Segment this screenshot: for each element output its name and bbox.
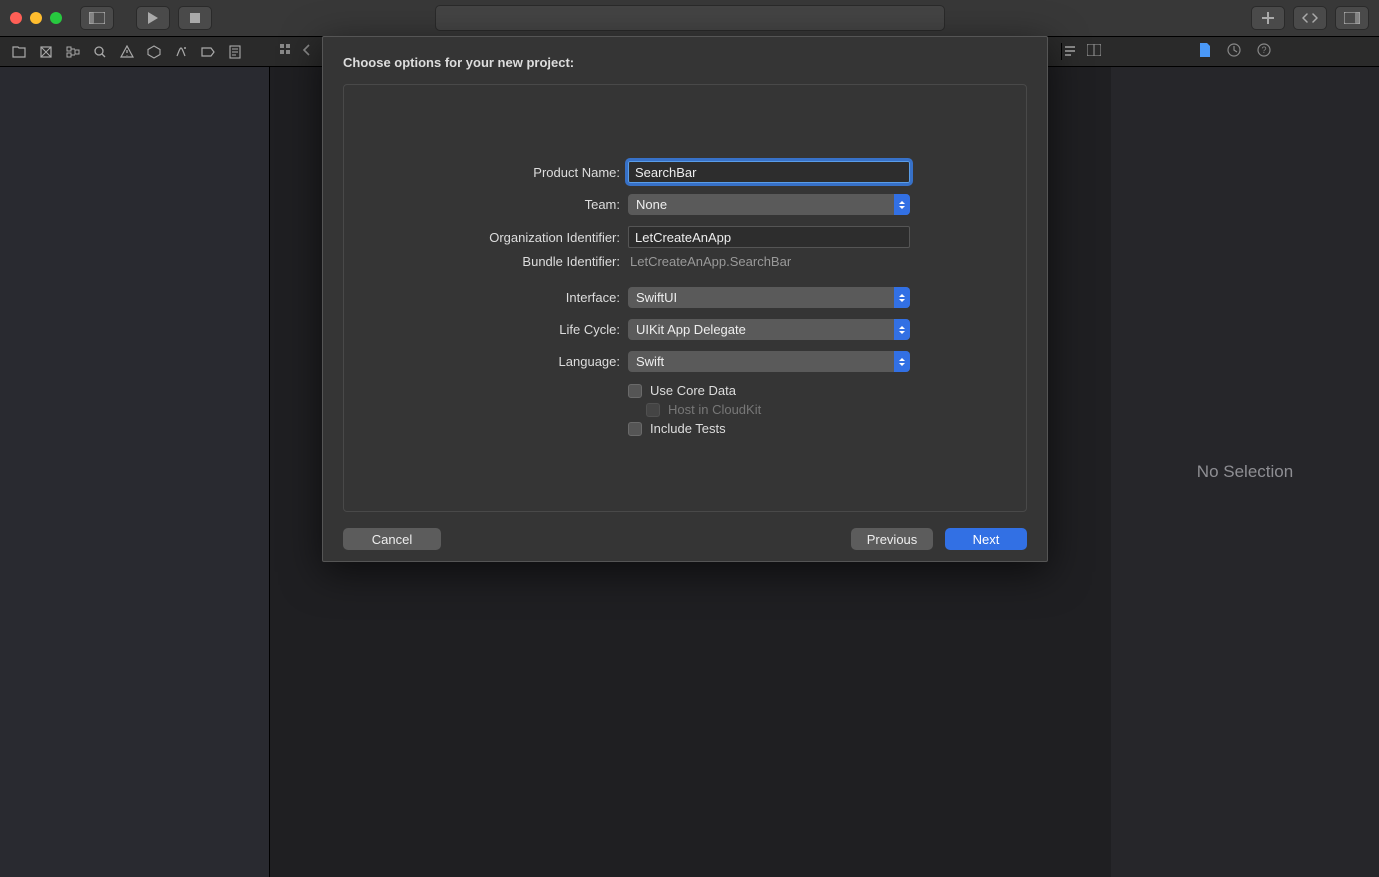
language-select-value: Swift [636, 354, 664, 369]
svg-text:?: ? [1261, 45, 1266, 55]
minimize-window-button[interactable] [30, 12, 42, 24]
back-icon[interactable] [302, 44, 310, 59]
org-id-label: Organization Identifier: [384, 230, 628, 245]
sheet-body: Product Name: Team: None Organization Id… [343, 84, 1027, 512]
titlebar [0, 0, 1379, 37]
org-id-input[interactable] [628, 226, 910, 248]
chevron-updown-icon [894, 194, 910, 215]
interface-select-value: SwiftUI [636, 290, 677, 305]
breadcrumb-bar [270, 44, 310, 59]
related-items-icon[interactable] [280, 44, 292, 59]
language-label: Language: [384, 354, 628, 369]
issue-navigator-icon[interactable] [118, 43, 136, 61]
bundle-id-value: LetCreateAnApp.SearchBar [628, 254, 910, 269]
run-button[interactable] [136, 6, 170, 30]
find-navigator-icon[interactable] [91, 43, 109, 61]
activity-status-bar [435, 5, 945, 31]
cancel-button[interactable]: Cancel [343, 528, 441, 550]
adjust-editor-options-icon[interactable] [1063, 43, 1077, 60]
debug-navigator-icon[interactable] [172, 43, 190, 61]
sheet-title: Choose options for your new project: [323, 37, 1047, 84]
close-window-button[interactable] [10, 12, 22, 24]
lifecycle-select-value: UIKit App Delegate [636, 322, 746, 337]
interface-select[interactable]: SwiftUI [628, 287, 910, 308]
language-select[interactable]: Swift [628, 351, 910, 372]
inspector-selector-bar: ? [1111, 43, 1379, 60]
chevron-updown-icon [894, 287, 910, 308]
maximize-window-button[interactable] [50, 12, 62, 24]
new-project-options-sheet: Choose options for your new project: Pro… [322, 36, 1048, 562]
use-core-data-label: Use Core Data [650, 383, 736, 398]
library-add-button[interactable] [1251, 6, 1285, 30]
test-navigator-icon[interactable] [145, 43, 163, 61]
project-navigator-icon[interactable] [10, 43, 28, 61]
code-review-button[interactable] [1293, 6, 1327, 30]
next-button[interactable]: Next [945, 528, 1027, 550]
toggle-navigator-button[interactable] [80, 6, 114, 30]
host-cloudkit-checkbox [646, 403, 660, 417]
file-inspector-icon[interactable] [1199, 43, 1211, 60]
product-name-label: Product Name: [384, 165, 628, 180]
team-label: Team: [384, 197, 628, 212]
add-editor-icon[interactable] [1087, 44, 1101, 59]
help-inspector-icon[interactable]: ? [1257, 43, 1271, 60]
interface-label: Interface: [384, 290, 628, 305]
include-tests-checkbox[interactable] [628, 422, 642, 436]
sheet-footer: Cancel Previous Next [323, 512, 1047, 550]
use-core-data-checkbox[interactable] [628, 384, 642, 398]
chevron-updown-icon [894, 319, 910, 340]
inspector-panel: No Selection [1111, 67, 1379, 877]
window-controls [10, 12, 62, 24]
report-navigator-icon[interactable] [226, 43, 244, 61]
product-name-input[interactable] [628, 161, 910, 183]
lifecycle-label: Life Cycle: [384, 322, 628, 337]
previous-button[interactable]: Previous [851, 528, 933, 550]
bundle-id-label: Bundle Identifier: [384, 254, 628, 269]
team-select[interactable]: None [628, 194, 910, 215]
symbol-navigator-icon[interactable] [64, 43, 82, 61]
history-inspector-icon[interactable] [1227, 43, 1241, 60]
inspector-no-selection: No Selection [1197, 462, 1293, 482]
host-cloudkit-label: Host in CloudKit [668, 402, 761, 417]
stop-button[interactable] [178, 6, 212, 30]
lifecycle-select[interactable]: UIKit App Delegate [628, 319, 910, 340]
toggle-inspector-button[interactable] [1335, 6, 1369, 30]
navigator-selector-bar [0, 43, 270, 61]
include-tests-label: Include Tests [650, 421, 726, 436]
source-control-navigator-icon[interactable] [37, 43, 55, 61]
team-select-value: None [636, 197, 667, 212]
project-navigator-panel [0, 67, 270, 877]
chevron-updown-icon [894, 351, 910, 372]
breakpoint-navigator-icon[interactable] [199, 43, 217, 61]
